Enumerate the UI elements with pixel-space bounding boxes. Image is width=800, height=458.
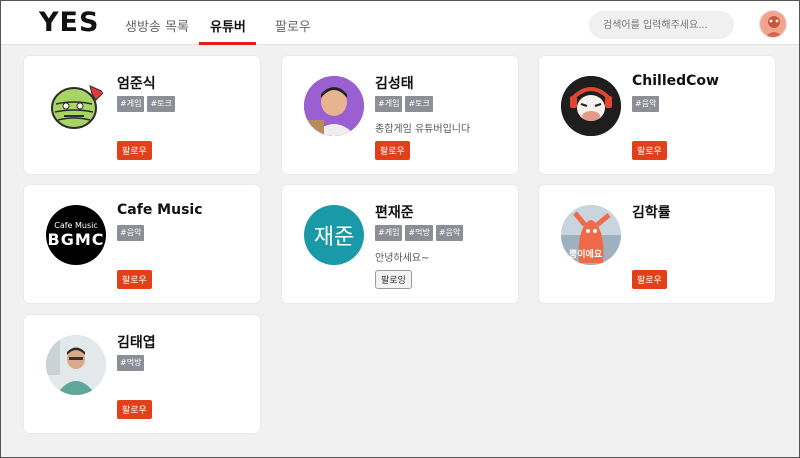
tag-badge[interactable]: #게임 [117, 96, 145, 112]
tag-badge[interactable]: #게임 [375, 225, 403, 241]
avatar-text: 재준 [313, 225, 355, 250]
follow-button[interactable]: 팔로우 [632, 270, 667, 289]
tag-badge[interactable]: #먹방 [405, 225, 433, 241]
logo[interactable]: YES [39, 7, 99, 38]
tag-badge[interactable]: #음악 [632, 96, 660, 112]
follow-button[interactable]: 팔로우 [117, 400, 152, 419]
user-avatar[interactable] [759, 10, 787, 38]
tab-live-list[interactable]: 생방송 목록 [125, 16, 189, 35]
youtuber-name[interactable]: 김태엽 [117, 332, 156, 352]
avatar-text: BGMC [47, 230, 105, 249]
tag-list: #게임 #먹방 #음악 [375, 225, 464, 241]
tag-badge[interactable]: #음악 [435, 225, 464, 241]
youtuber-card[interactable]: 뿡이에요 김학률 팔로우 [539, 185, 775, 303]
youtuber-avatar [46, 76, 106, 136]
tag-badge[interactable]: #게임 [375, 96, 403, 112]
search-input[interactable] [589, 11, 734, 39]
tab-youtuber[interactable]: 유튜버 [210, 16, 246, 35]
tag-list: #음악 [632, 96, 660, 112]
tag-list: #음악 [117, 225, 145, 241]
tag-list: #먹방 [117, 355, 145, 371]
tag-badge[interactable]: #음악 [117, 225, 145, 241]
youtuber-avatar: Cafe Music BGMC [46, 205, 106, 265]
youtuber-avatar [46, 335, 106, 395]
youtuber-card[interactable]: Cafe Music BGMC Cafe Music #음악 팔로우 [24, 185, 260, 303]
tag-badge[interactable]: #먹방 [117, 355, 145, 371]
follow-button[interactable]: 팔로우 [375, 141, 410, 160]
youtuber-name[interactable]: 엄준식 [117, 73, 156, 93]
youtuber-card[interactable]: 재준 편재준 #게임 #먹방 #음악 안녕하세요~ 팔로잉 [282, 185, 518, 303]
following-button[interactable]: 팔로잉 [375, 270, 412, 289]
youtuber-avatar [561, 76, 621, 136]
youtuber-card[interactable]: 김성태 #게임 #토크 종합게임 유튜버입니다 팔로우 [282, 56, 518, 174]
youtuber-description: 안녕하세요~ [375, 253, 430, 264]
youtuber-avatar [304, 76, 364, 136]
youtuber-card[interactable]: 엄준식 #게임 #토크 팔로우 [24, 56, 260, 174]
youtuber-name[interactable]: 김학률 [632, 202, 671, 222]
follow-button[interactable]: 팔로우 [632, 141, 667, 160]
youtuber-avatar: 뿡이에요 [561, 205, 621, 265]
follow-button[interactable]: 팔로우 [117, 270, 152, 289]
tag-badge[interactable]: #토크 [405, 96, 433, 112]
tab-follow[interactable]: 팔로우 [275, 16, 311, 35]
top-header: YES 생방송 목록 유튜버 팔로우 [1, 1, 799, 45]
avatar-text: 뿡이에요 [569, 250, 603, 260]
tag-list: #게임 #토크 [375, 96, 433, 112]
youtuber-card[interactable]: 김태엽 #먹방 팔로우 [24, 315, 260, 433]
active-tab-indicator [199, 42, 256, 45]
tag-list: #게임 #토크 [117, 96, 175, 112]
youtuber-name[interactable]: 김성태 [375, 73, 414, 93]
follow-button[interactable]: 팔로우 [117, 141, 152, 160]
youtuber-card[interactable]: ChilledCow #음악 팔로우 [539, 56, 775, 174]
youtuber-name[interactable]: ChilledCow [632, 73, 719, 89]
youtuber-name[interactable]: Cafe Music [117, 202, 203, 218]
tag-badge[interactable]: #토크 [147, 96, 175, 112]
youtuber-name[interactable]: 편재준 [375, 202, 414, 222]
youtuber-description: 종합게임 유튜버입니다 [375, 124, 471, 135]
youtuber-avatar: 재준 [304, 205, 364, 265]
